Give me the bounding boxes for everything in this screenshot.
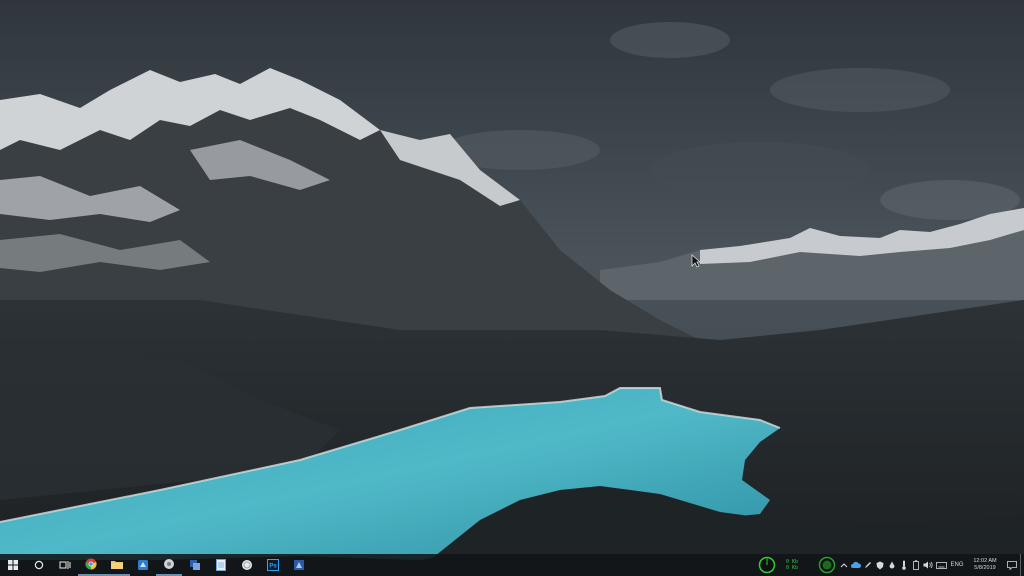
- thermometer-icon: [902, 560, 906, 570]
- photoshop-icon: Ps: [267, 559, 279, 571]
- task-view-button[interactable]: [52, 554, 78, 576]
- cpu-gauge-icon: [758, 556, 776, 574]
- app-button-5[interactable]: [286, 554, 312, 576]
- photoshop-label: Ps: [269, 563, 277, 569]
- app-button-4[interactable]: [234, 554, 260, 576]
- keyboard-button[interactable]: [934, 554, 948, 576]
- speaker-icon: [923, 561, 933, 569]
- cpu-gauge[interactable]: [756, 554, 778, 576]
- action-center-button[interactable]: [1004, 554, 1020, 576]
- input-language-indicator[interactable]: ENG: [948, 562, 966, 568]
- notification-icon: [1007, 560, 1017, 570]
- pen-icon: [865, 562, 871, 568]
- battery-icon: [913, 560, 919, 570]
- memory-gauge[interactable]: [816, 554, 838, 576]
- app-button-1[interactable]: [130, 554, 156, 576]
- app-icon: [138, 560, 148, 570]
- app-icon: [190, 560, 200, 570]
- app-icon: [164, 559, 174, 569]
- clock-date: 5/8/2019: [974, 565, 996, 571]
- photoshop-button[interactable]: Ps: [260, 554, 286, 576]
- memory-gauge-icon: [818, 556, 836, 574]
- shield-icon: [876, 561, 884, 569]
- mouse-cursor-icon: [691, 254, 701, 268]
- cloud-icon: [851, 561, 861, 568]
- drop-icon: [889, 561, 895, 568]
- chrome-icon: [85, 558, 97, 570]
- notepad-icon: [216, 559, 226, 571]
- net-download: 0 Kb: [786, 565, 799, 571]
- app-icon: [294, 560, 304, 570]
- system-tray: 0 Kb 0 Kb ENG 12:02 AM 5/8/2019: [756, 554, 1024, 576]
- tray-app-2[interactable]: [862, 554, 874, 576]
- clock-time: 12:02 AM: [973, 558, 997, 564]
- folder-icon: [111, 561, 123, 569]
- notepad-button[interactable]: [208, 554, 234, 576]
- show-desktop-button[interactable]: [1020, 554, 1024, 576]
- desktop: Ps 0 Kb 0 Kb ENG 12:02 AM 5/8/2019: [0, 0, 1024, 576]
- tray-app-3[interactable]: [874, 554, 886, 576]
- tray-app-5[interactable]: [898, 554, 910, 576]
- show-hidden-icons-button[interactable]: [838, 554, 850, 576]
- task-view-icon: [59, 561, 71, 569]
- file-explorer-button[interactable]: [104, 554, 130, 576]
- volume-button[interactable]: [922, 554, 934, 576]
- app-button-3[interactable]: [182, 554, 208, 576]
- start-button[interactable]: [0, 554, 26, 576]
- keyboard-icon: [935, 561, 947, 569]
- tray-app-6[interactable]: [910, 554, 922, 576]
- search-button[interactable]: [26, 554, 52, 576]
- chevron-up-icon: [840, 563, 848, 568]
- desktop-wallpaper: [0, 0, 1024, 576]
- app-button-2[interactable]: [156, 554, 182, 576]
- taskbar: Ps 0 Kb 0 Kb ENG 12:02 AM 5/8/2019: [0, 554, 1024, 576]
- network-meter[interactable]: 0 Kb 0 Kb: [784, 554, 816, 576]
- tray-app-4[interactable]: [886, 554, 898, 576]
- windows-logo-icon: [8, 560, 18, 570]
- app-icon: [242, 560, 252, 570]
- chrome-button[interactable]: [78, 554, 104, 576]
- tray-app-1[interactable]: [850, 554, 862, 576]
- clock[interactable]: 12:02 AM 5/8/2019: [966, 554, 1004, 576]
- cortana-circle-icon: [34, 560, 44, 570]
